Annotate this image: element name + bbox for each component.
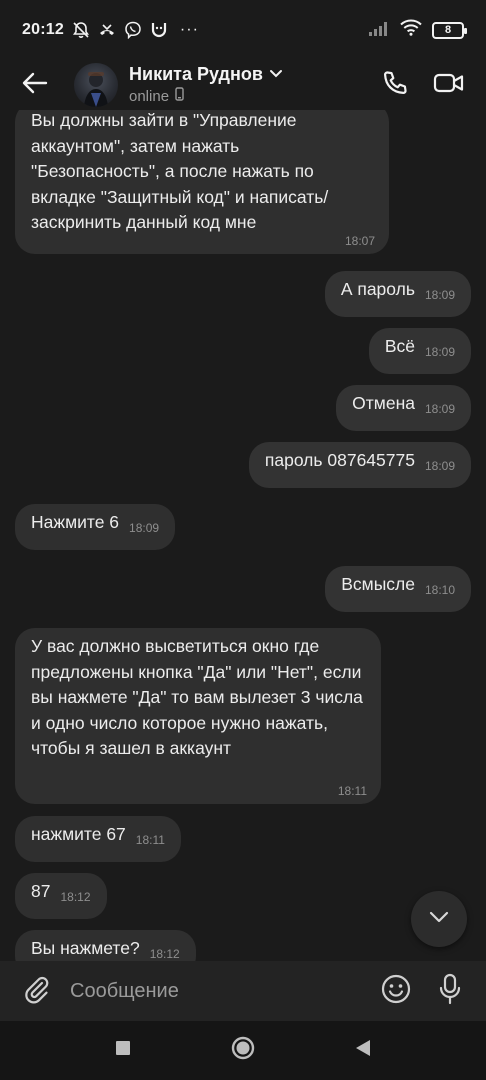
status-right: 8	[368, 19, 467, 41]
chat-header: Никита Руднов online	[0, 60, 486, 110]
viber-icon	[124, 21, 142, 39]
chevron-down-icon	[269, 66, 283, 84]
smile-app-icon	[150, 21, 168, 39]
emoji-button[interactable]	[376, 971, 416, 1011]
contact-info[interactable]: Никита Руднов online	[129, 64, 283, 106]
video-camera-icon	[433, 71, 465, 100]
scroll-to-bottom-button[interactable]	[411, 891, 467, 947]
message-bubble-incoming[interactable]: У вас должно высветиться окно где предло…	[15, 628, 381, 804]
contact-name-row: Никита Руднов	[129, 64, 283, 85]
battery-icon: 8	[432, 21, 467, 39]
message-text: У вас должно высветиться окно где предло…	[31, 636, 363, 759]
message-list[interactable]: Вы должны зайти в "Управление аккаунтом"…	[0, 110, 486, 961]
attach-icon	[22, 974, 50, 1009]
home-button[interactable]	[228, 1036, 258, 1066]
message-time: 18:09	[424, 345, 455, 359]
status-bar: 20:12 ··· 8	[0, 0, 486, 60]
avatar[interactable]	[74, 63, 118, 107]
back-nav-button[interactable]	[348, 1036, 378, 1066]
message-time: 18:09	[424, 288, 455, 302]
chat-screen: 20:12 ··· 8 Никита Руднов online Вы долж…	[0, 0, 486, 1080]
message-time: 18:09	[424, 402, 455, 416]
message-bubble-incoming[interactable]: Нажмите 6 18:09	[15, 504, 176, 550]
emoji-icon	[381, 974, 411, 1009]
message-bubble-outgoing[interactable]: Отмена 18:09	[336, 385, 471, 431]
battery-level: 8	[444, 24, 452, 36]
status-left: 20:12 ···	[22, 21, 199, 39]
message-time: 18:11	[337, 784, 367, 798]
message-text: Всё	[384, 336, 415, 356]
mobile-device-icon	[175, 87, 184, 106]
message-text: Вы нажмете?	[31, 938, 140, 958]
presence-status: online	[129, 88, 170, 105]
message-text: нажмите 67	[31, 824, 126, 844]
voice-message-button[interactable]	[430, 971, 470, 1011]
system-navigation-bar	[0, 1021, 486, 1080]
video-call-button[interactable]	[422, 60, 476, 110]
header-actions	[368, 60, 486, 110]
back-button[interactable]	[0, 60, 70, 110]
back-arrow-icon	[22, 72, 48, 99]
message-time: 18:10	[424, 583, 455, 597]
message-bubble-incoming[interactable]: 87 18:12	[15, 873, 107, 919]
message-input[interactable]	[56, 971, 376, 1011]
message-bubble-outgoing[interactable]: А пароль 18:09	[324, 271, 471, 317]
message-text: А пароль	[340, 279, 415, 299]
nav-circle-icon	[231, 1036, 255, 1065]
message-composer	[0, 961, 486, 1021]
message-time: 18:12	[149, 947, 180, 961]
voice-call-button[interactable]	[368, 60, 422, 110]
message-bubble-incoming[interactable]: Вы должны зайти в "Управление аккаунтом"…	[15, 110, 389, 254]
nav-triangle-icon	[355, 1039, 371, 1062]
message-bubble-incoming[interactable]: нажмите 67 18:11	[15, 816, 181, 862]
microphone-icon	[438, 973, 462, 1010]
attach-button[interactable]	[16, 971, 56, 1011]
message-time: 18:11	[135, 833, 165, 847]
message-text: Вы должны зайти в "Управление аккаунтом"…	[31, 110, 329, 233]
message-bubble-outgoing[interactable]: Всё 18:09	[368, 328, 471, 374]
status-time: 20:12	[22, 21, 64, 38]
wifi-icon	[400, 19, 422, 41]
missed-call-icon	[98, 21, 116, 39]
signal-icon	[368, 20, 390, 41]
phone-icon	[381, 69, 409, 102]
message-time: 18:09	[129, 521, 160, 535]
message-text: Отмена	[352, 393, 415, 413]
message-bubble-outgoing[interactable]: пароль 087645775 18:09	[248, 442, 471, 488]
presence-row: online	[129, 87, 283, 106]
message-text: Нажмите 6	[31, 512, 120, 532]
message-bubble-incoming[interactable]: Вы нажмете? 18:12	[15, 930, 196, 961]
message-text: Всмысле	[341, 574, 415, 594]
message-bubble-outgoing[interactable]: Всмысле 18:10	[325, 566, 471, 612]
status-more: ···	[179, 21, 199, 38]
recent-apps-button[interactable]	[108, 1036, 138, 1066]
message-text: 87	[31, 881, 51, 901]
message-text: пароль 087645775	[264, 450, 415, 470]
message-time: 18:12	[60, 890, 91, 904]
message-time: 18:09	[424, 459, 455, 473]
contact-name: Никита Руднов	[129, 64, 263, 84]
mute-icon	[72, 21, 90, 39]
nav-square-icon	[115, 1040, 131, 1061]
message-time: 18:07	[344, 234, 375, 248]
chevron-down-icon	[428, 910, 450, 929]
